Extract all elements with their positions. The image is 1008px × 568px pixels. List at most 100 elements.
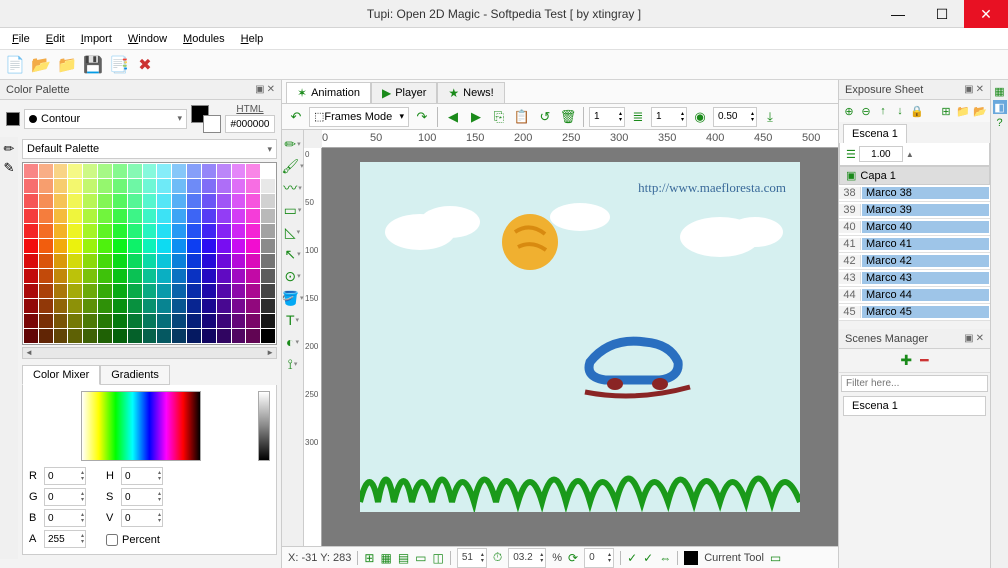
dock-help-icon[interactable]: ? (993, 116, 1007, 130)
check-icon[interactable]: ✓ (627, 551, 637, 565)
color-swatch[interactable] (143, 164, 157, 178)
color-swatch[interactable] (172, 299, 186, 313)
color-swatch[interactable] (128, 209, 142, 223)
color-swatch[interactable] (217, 239, 231, 253)
color-swatch[interactable] (261, 224, 275, 238)
color-swatch[interactable] (232, 254, 246, 268)
redo-icon[interactable]: ↷ (412, 107, 432, 127)
color-swatch[interactable] (128, 269, 142, 283)
frame-row[interactable]: 45Marco 45 (839, 304, 990, 321)
color-swatch[interactable] (172, 284, 186, 298)
dock-icon[interactable]: ▣ (964, 333, 973, 344)
color-swatch[interactable] (261, 179, 275, 193)
prev-frame-icon[interactable]: ◀ (443, 107, 463, 127)
color-swatch[interactable] (261, 314, 275, 328)
color-swatch[interactable] (172, 209, 186, 223)
status-rot-spinner[interactable]: 0 (584, 548, 614, 568)
color-swatch[interactable] (187, 209, 201, 223)
color-swatch[interactable] (187, 329, 201, 343)
color-swatch[interactable] (68, 269, 82, 283)
color-swatch[interactable] (232, 179, 246, 193)
color-swatch[interactable] (128, 254, 142, 268)
dock-exposure-icon[interactable]: ▦ (993, 84, 1007, 98)
color-swatch[interactable] (261, 284, 275, 298)
rect-tool-icon[interactable]: ▭ (284, 200, 302, 220)
color-swatch[interactable] (202, 284, 216, 298)
color-swatch[interactable] (217, 329, 231, 343)
rotate-icon[interactable]: ⟳ (568, 551, 578, 565)
safe2-icon[interactable]: ◫ (433, 551, 444, 565)
color-swatch[interactable] (128, 194, 142, 208)
close-panel-icon[interactable]: ✕ (976, 333, 984, 344)
color-swatch[interactable] (246, 164, 260, 178)
color-swatch[interactable] (113, 299, 127, 313)
spin-2[interactable]: 1 (651, 107, 687, 127)
status-zoom-spinner[interactable]: 03.2 (508, 548, 546, 568)
color-swatch[interactable] (68, 224, 82, 238)
layer-visible-icon[interactable]: ▣ (846, 169, 856, 182)
color-swatch[interactable] (24, 314, 38, 328)
color-swatch[interactable] (157, 194, 171, 208)
color-swatch[interactable] (113, 164, 127, 178)
color-swatch[interactable] (68, 164, 82, 178)
exp-down-icon[interactable]: ↓ (892, 103, 908, 119)
ink-tool-icon[interactable]: 〰 (284, 178, 302, 198)
color-swatch[interactable] (172, 269, 186, 283)
tab-news[interactable]: ★News! (437, 82, 504, 103)
copy-icon[interactable]: ⎘ (489, 107, 509, 127)
color-swatch[interactable] (157, 269, 171, 283)
color-swatch[interactable] (98, 224, 112, 238)
color-swatch[interactable] (83, 299, 97, 313)
grid2-icon[interactable]: ▦ (380, 551, 391, 565)
check2-icon[interactable]: ✓ (643, 551, 653, 565)
v-spinner[interactable]: 0 (121, 509, 163, 527)
color-swatch[interactable] (246, 269, 260, 283)
text-tool-icon[interactable]: T (284, 310, 302, 330)
tab-color-mixer[interactable]: Color Mixer (22, 365, 100, 385)
color-swatch[interactable] (202, 329, 216, 343)
color-swatch[interactable] (128, 299, 142, 313)
color-swatch[interactable] (98, 269, 112, 283)
color-swatch[interactable] (143, 179, 157, 193)
scene-item[interactable]: Escena 1 (844, 397, 985, 415)
current-color-swatch[interactable] (6, 112, 20, 126)
color-swatch[interactable] (246, 329, 260, 343)
color-swatch[interactable] (24, 194, 38, 208)
color-swatch[interactable] (24, 284, 38, 298)
color-swatch[interactable] (24, 299, 38, 313)
menu-window[interactable]: Window (120, 31, 175, 47)
color-swatch[interactable] (143, 224, 157, 238)
color-swatch[interactable] (157, 164, 171, 178)
color-swatch[interactable] (187, 194, 201, 208)
color-swatch[interactable] (172, 164, 186, 178)
paste-icon[interactable]: 📋 (512, 107, 532, 127)
menu-file[interactable]: File (4, 31, 38, 47)
color-swatch[interactable] (24, 224, 38, 238)
color-swatch[interactable] (24, 254, 38, 268)
exp-remove-icon[interactable]: ⊖ (858, 103, 874, 119)
open-net-icon[interactable]: 📁 (56, 54, 78, 76)
color-swatch[interactable] (143, 254, 157, 268)
color-swatch[interactable] (98, 329, 112, 343)
color-swatch[interactable] (143, 329, 157, 343)
color-swatch[interactable] (157, 179, 171, 193)
spin-3[interactable]: 0.50 (713, 107, 757, 127)
color-swatch[interactable] (157, 224, 171, 238)
color-swatch[interactable] (187, 299, 201, 313)
color-swatch[interactable] (113, 284, 127, 298)
color-swatch[interactable] (157, 329, 171, 343)
scene-remove-icon[interactable]: ━ (920, 352, 928, 369)
layers-icon[interactable]: ≣ (628, 107, 648, 127)
color-swatch[interactable] (261, 194, 275, 208)
color-swatch[interactable] (232, 224, 246, 238)
color-swatch[interactable] (54, 329, 68, 343)
color-swatch[interactable] (246, 284, 260, 298)
menu-modules[interactable]: Modules (175, 31, 233, 47)
color-swatch[interactable] (187, 284, 201, 298)
trash-icon[interactable]: 🗑 (558, 107, 578, 127)
polyline-tool-icon[interactable]: ◺ (284, 222, 302, 242)
color-swatch[interactable] (246, 239, 260, 253)
grid3-icon[interactable]: ▤ (398, 551, 409, 565)
color-swatch[interactable] (68, 314, 82, 328)
color-swatch[interactable] (261, 239, 275, 253)
